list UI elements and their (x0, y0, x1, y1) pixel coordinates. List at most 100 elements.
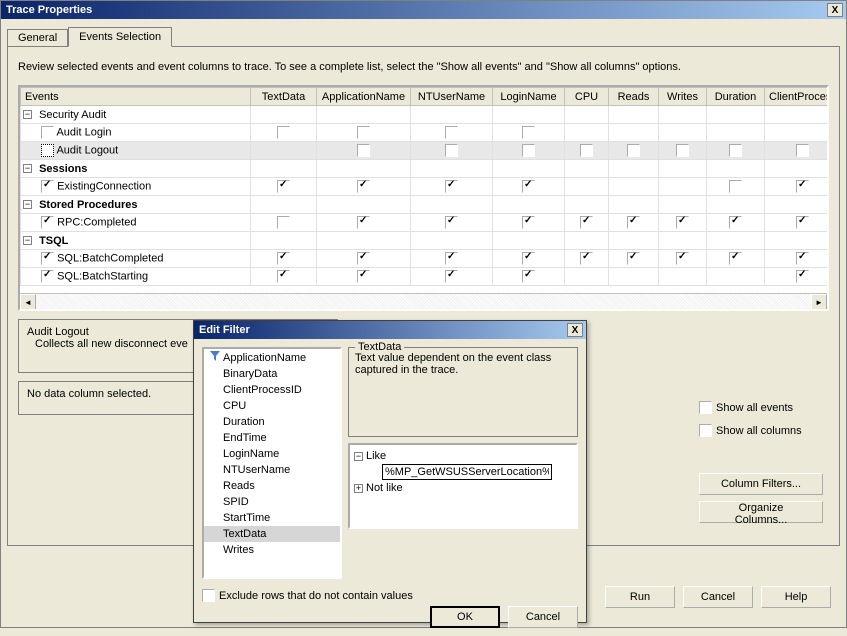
column-list-item[interactable]: Reads (204, 478, 340, 494)
scroll-track[interactable] (36, 294, 811, 309)
column-filters-button[interactable]: Column Filters... (699, 473, 823, 495)
cell-checkbox[interactable] (676, 144, 689, 157)
dialog-cancel-button[interactable]: Cancel (508, 606, 578, 628)
cell-checkbox[interactable] (729, 216, 742, 229)
cell-checkbox[interactable] (445, 252, 458, 265)
event-checkbox[interactable] (41, 180, 54, 193)
event-checkbox[interactable] (41, 126, 54, 139)
collapse-icon[interactable]: − (23, 236, 32, 245)
cell-checkbox[interactable] (357, 126, 370, 139)
close-button[interactable]: X (827, 3, 843, 17)
cell-checkbox[interactable] (580, 144, 593, 157)
collapse-icon[interactable]: − (23, 164, 32, 173)
expand-icon[interactable]: + (354, 484, 363, 493)
column-header[interactable]: TextData (251, 88, 317, 106)
column-header[interactable]: Duration (707, 88, 765, 106)
tree-like-node[interactable]: − Like (354, 449, 572, 463)
cell-checkbox[interactable] (357, 252, 370, 265)
column-list-item[interactable]: ClientProcessID (204, 382, 340, 398)
organize-columns-button[interactable]: Organize Columns... (699, 501, 823, 523)
cell-checkbox[interactable] (627, 144, 640, 157)
cell-checkbox[interactable] (277, 216, 290, 229)
event-row[interactable]: Audit Login (21, 124, 830, 142)
column-list-item[interactable]: BinaryData (204, 366, 340, 382)
cell-checkbox[interactable] (522, 144, 535, 157)
tree-notlike-node[interactable]: + Not like (354, 481, 572, 495)
event-checkbox[interactable] (41, 216, 54, 229)
event-row[interactable]: RPC:Completed (21, 214, 830, 232)
cell-checkbox[interactable] (796, 180, 809, 193)
cell-checkbox[interactable] (796, 270, 809, 283)
cell-checkbox[interactable] (445, 126, 458, 139)
cell-checkbox[interactable] (277, 126, 290, 139)
filter-tree[interactable]: − Like + Not like (348, 443, 578, 529)
cell-checkbox[interactable] (445, 216, 458, 229)
cell-checkbox[interactable] (729, 144, 742, 157)
tab-events-selection[interactable]: Events Selection (68, 27, 172, 47)
event-row[interactable]: SQL:BatchCompleted (21, 250, 830, 268)
cell-checkbox[interactable] (357, 180, 370, 193)
cell-checkbox[interactable] (445, 144, 458, 157)
cell-checkbox[interactable] (796, 252, 809, 265)
column-list-item[interactable]: LoginName (204, 446, 340, 462)
cell-checkbox[interactable] (580, 216, 593, 229)
cell-checkbox[interactable] (522, 216, 535, 229)
event-row[interactable]: ExistingConnection (21, 178, 830, 196)
cell-checkbox[interactable] (277, 252, 290, 265)
column-header[interactable]: ApplicationName (317, 88, 411, 106)
cell-checkbox[interactable] (277, 180, 290, 193)
like-value-input[interactable] (382, 464, 552, 480)
group-row[interactable]: − Security Audit (21, 106, 830, 124)
cell-checkbox[interactable] (357, 270, 370, 283)
cell-checkbox[interactable] (445, 180, 458, 193)
column-list-item[interactable]: CPU (204, 398, 340, 414)
cell-checkbox[interactable] (580, 252, 593, 265)
collapse-icon[interactable]: − (23, 200, 32, 209)
cell-checkbox[interactable] (357, 144, 370, 157)
group-row[interactable]: − Sessions (21, 160, 830, 178)
event-row[interactable]: Audit Logout (21, 142, 830, 160)
cell-checkbox[interactable] (627, 216, 640, 229)
event-checkbox[interactable] (41, 144, 54, 157)
column-list-item[interactable]: SPID (204, 494, 340, 510)
scroll-left-button[interactable]: ◄ (20, 294, 36, 310)
column-list-item[interactable]: EndTime (204, 430, 340, 446)
cell-checkbox[interactable] (676, 216, 689, 229)
column-list-item[interactable]: Writes (204, 542, 340, 558)
show-all-columns-checkbox[interactable] (699, 424, 712, 437)
column-list-item[interactable]: Duration (204, 414, 340, 430)
exclude-checkbox[interactable] (202, 589, 215, 602)
show-all-events-checkbox[interactable] (699, 401, 712, 414)
event-checkbox[interactable] (41, 270, 54, 283)
cell-checkbox[interactable] (676, 252, 689, 265)
cell-checkbox[interactable] (357, 216, 370, 229)
horizontal-scrollbar[interactable]: ◄ ► (20, 293, 827, 309)
column-list[interactable]: ApplicationNameBinaryDataClientProcessID… (202, 347, 342, 579)
dialog-close-button[interactable]: X (567, 323, 583, 337)
cancel-button[interactable]: Cancel (683, 586, 753, 608)
cell-checkbox[interactable] (627, 252, 640, 265)
help-button[interactable]: Help (761, 586, 831, 608)
cell-checkbox[interactable] (729, 252, 742, 265)
run-button[interactable]: Run (605, 586, 675, 608)
column-header[interactable]: Writes (659, 88, 707, 106)
column-header[interactable]: NTUserName (411, 88, 493, 106)
group-row[interactable]: − TSQL (21, 232, 830, 250)
column-list-item[interactable]: TextData (204, 526, 340, 542)
cell-checkbox[interactable] (277, 270, 290, 283)
collapse-icon[interactable]: − (354, 452, 363, 461)
column-header[interactable]: ClientProcess (765, 88, 830, 106)
cell-checkbox[interactable] (522, 252, 535, 265)
column-list-item[interactable]: StartTime (204, 510, 340, 526)
collapse-icon[interactable]: − (23, 110, 32, 119)
scroll-right-button[interactable]: ► (811, 294, 827, 310)
cell-checkbox[interactable] (729, 180, 742, 193)
column-header[interactable]: Events (21, 88, 251, 106)
column-header[interactable]: CPU (565, 88, 609, 106)
ok-button[interactable]: OK (430, 606, 500, 628)
cell-checkbox[interactable] (522, 180, 535, 193)
event-row[interactable]: SQL:BatchStarting (21, 268, 830, 286)
event-checkbox[interactable] (41, 252, 54, 265)
cell-checkbox[interactable] (445, 270, 458, 283)
cell-checkbox[interactable] (796, 144, 809, 157)
